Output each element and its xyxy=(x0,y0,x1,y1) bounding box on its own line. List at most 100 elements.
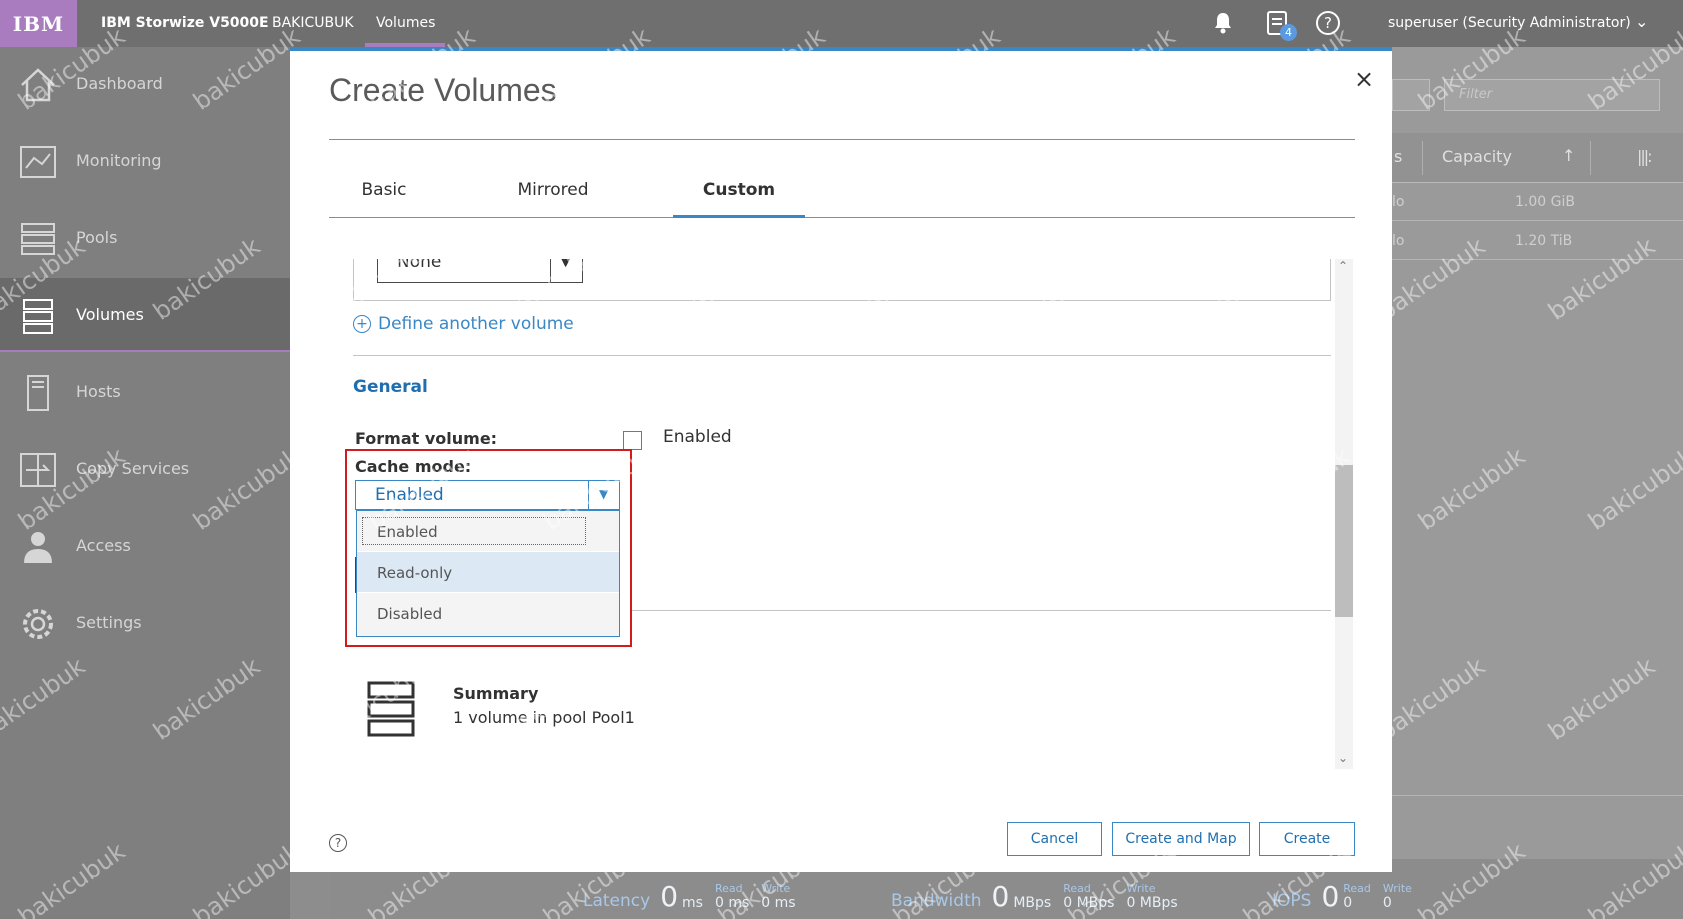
read-label: Read xyxy=(714,882,743,895)
sidebar-item-label: Dashboard xyxy=(76,74,163,93)
home-icon xyxy=(21,68,55,102)
summary-title: Summary xyxy=(453,684,539,703)
write-label: Write xyxy=(1382,882,1412,895)
table-header: s Capacity ↑ |||: xyxy=(1392,133,1683,183)
tab-custom[interactable]: Custom xyxy=(673,176,805,218)
chevron-down-icon[interactable]: ⌄ xyxy=(1635,12,1648,31)
copy-services-icon xyxy=(20,453,56,487)
bell-icon[interactable] xyxy=(1208,8,1238,38)
bandwidth-metric[interactable]: Bandwidth 0 MBps Read 0 MBps Write 0 MBps xyxy=(891,881,1190,911)
sort-ascending-icon[interactable]: ↑ xyxy=(1562,146,1575,165)
sidebar-item-label: Pools xyxy=(76,228,118,247)
define-another-label: Define another volume xyxy=(378,314,574,334)
access-icon xyxy=(24,532,52,563)
summary-text: 1 volume in pool Pool1 xyxy=(453,708,635,727)
product-name: IBM Storwize V5000E xyxy=(101,15,269,31)
create-volumes-dialog: Create Volumes × Basic Mirrored Custom N… xyxy=(290,47,1392,872)
divider xyxy=(1392,795,1683,796)
scroll-down-icon[interactable]: ⌄ xyxy=(1338,751,1348,765)
sidebar-item-access[interactable]: Access xyxy=(0,509,290,583)
bandwidth-value: 0 xyxy=(991,880,1010,913)
column-header[interactable]: s xyxy=(1394,147,1402,166)
general-section-heading: General xyxy=(353,377,428,397)
sidebar-item-copy-services[interactable]: Copy Services xyxy=(0,432,290,506)
ibm-logo[interactable]: IBM xyxy=(0,0,77,47)
tasks-icon[interactable]: 4 xyxy=(1262,8,1297,41)
column-header-capacity[interactable]: Capacity xyxy=(1442,147,1512,166)
sidebar-item-label: Volumes xyxy=(76,305,144,324)
sidebar: Dashboard Monitoring Pools Volumes Hosts… xyxy=(0,47,290,919)
read-value: 0 xyxy=(1343,895,1353,911)
read-label: Read xyxy=(1063,882,1091,895)
bandwidth-write: Write 0 MBps xyxy=(1126,881,1177,911)
latency-unit: ms xyxy=(682,895,703,911)
volumes-page-background: Filter s Capacity ↑ |||: lo 1.00 GiB lo … xyxy=(1392,47,1683,859)
format-volume-checkbox-label[interactable]: Enabled xyxy=(663,427,732,447)
sidebar-item-volumes[interactable]: Volumes xyxy=(0,278,290,352)
monitoring-icon xyxy=(20,146,56,178)
iops-read: Read 0 xyxy=(1343,881,1371,911)
column-divider xyxy=(1422,141,1423,175)
latency-value: 0 xyxy=(660,880,679,913)
pools-icon xyxy=(21,223,55,255)
help-icon[interactable]: ? xyxy=(1313,8,1343,38)
actions-select[interactable] xyxy=(1392,79,1430,111)
define-another-volume-link[interactable]: + Define another volume xyxy=(353,314,574,334)
write-value: 0 MBps xyxy=(1126,895,1178,911)
columns-icon[interactable]: |||: xyxy=(1637,147,1653,166)
user-menu[interactable]: superuser (Security Administrator) xyxy=(1388,15,1631,31)
bandwidth-read: Read 0 MBps xyxy=(1063,881,1114,911)
current-page-breadcrumb[interactable]: Volumes xyxy=(376,15,435,31)
sidebar-item-label: Copy Services xyxy=(76,459,190,478)
volumes-summary-icon xyxy=(367,681,415,737)
create-button[interactable]: Create xyxy=(1259,822,1355,856)
sidebar-item-pools[interactable]: Pools xyxy=(0,201,290,275)
table-row[interactable]: lo 1.20 TiB xyxy=(1392,222,1683,260)
gear-icon xyxy=(23,609,53,639)
sidebar-item-label: Settings xyxy=(76,613,142,632)
select-value: None xyxy=(397,259,442,272)
column-divider xyxy=(1590,141,1591,175)
help-circle-icon[interactable]: ? xyxy=(329,834,347,852)
latency-write: Write 0 ms xyxy=(761,881,795,911)
tab-basic[interactable]: Basic xyxy=(329,176,439,218)
sidebar-item-dashboard[interactable]: Dashboard xyxy=(0,47,290,121)
system-name[interactable]: BAKICUBUK xyxy=(272,15,354,31)
read-value: 0 MBps xyxy=(1063,895,1115,911)
sidebar-item-monitoring[interactable]: Monitoring xyxy=(0,124,290,198)
volumes-icon xyxy=(23,299,53,334)
iops-metric[interactable]: IOPS 0 Read 0 Write 0 xyxy=(1272,881,1424,911)
sidebar-item-settings[interactable]: Settings xyxy=(0,586,290,660)
tasks-count-badge: 4 xyxy=(1280,24,1297,41)
cancel-button[interactable]: Cancel xyxy=(1007,822,1102,856)
sidebar-item-label: Hosts xyxy=(76,382,121,401)
close-icon[interactable]: × xyxy=(1354,65,1374,93)
volume-definition-box: None ▼ xyxy=(353,259,1331,301)
read-label: Read xyxy=(1343,882,1371,895)
bandwidth-unit: MBps xyxy=(1013,895,1052,911)
sidebar-item-hosts[interactable]: Hosts xyxy=(0,355,290,429)
table-row[interactable]: lo 1.00 GiB xyxy=(1392,183,1683,221)
write-label: Write xyxy=(761,882,791,895)
annotation-highlight-box xyxy=(345,449,632,647)
dialog-scroll-content[interactable]: None ▼ + Define another volume General F… xyxy=(329,259,1355,769)
scrollbar-thumb[interactable] xyxy=(1335,465,1353,617)
format-volume-checkbox[interactable] xyxy=(623,431,642,450)
write-value: 0 ms xyxy=(761,895,796,911)
dialog-scrollbar[interactable]: ⌃ ⌄ xyxy=(1335,259,1353,769)
create-and-map-button[interactable]: Create and Map xyxy=(1112,822,1250,856)
format-volume-label: Format volume: xyxy=(355,429,498,448)
divider xyxy=(353,355,1331,356)
bandwidth-label: Bandwidth xyxy=(891,891,982,911)
read-value: 0 ms xyxy=(714,895,750,911)
caret-down-icon[interactable]: ▼ xyxy=(561,259,570,269)
latency-metric[interactable]: Latency 0 ms Read 0 ms Write 0 ms xyxy=(583,881,808,911)
volume-option-select[interactable]: None ▼ xyxy=(377,259,583,283)
scroll-up-icon[interactable]: ⌃ xyxy=(1338,259,1348,273)
tab-mirrored[interactable]: Mirrored xyxy=(487,176,619,218)
table-cell: lo xyxy=(1392,233,1405,249)
filter-input[interactable]: Filter xyxy=(1444,79,1660,111)
tab-bar: Basic Mirrored Custom xyxy=(329,176,1355,218)
table-cell: lo xyxy=(1392,194,1405,210)
table-cell: 1.00 GiB xyxy=(1515,194,1575,210)
